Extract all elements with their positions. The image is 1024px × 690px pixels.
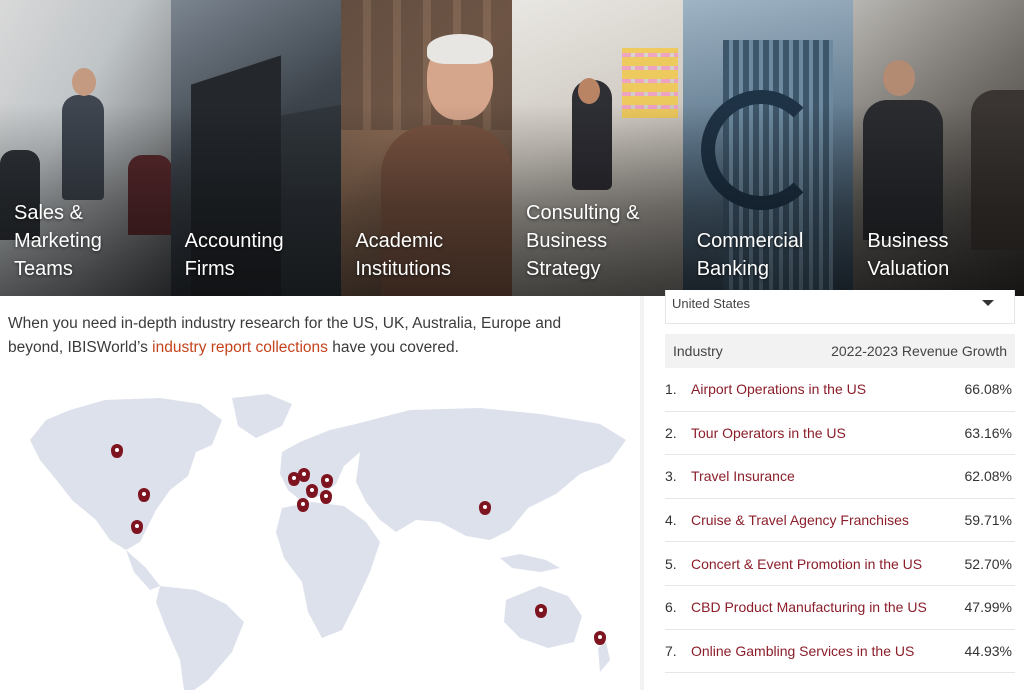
row-growth-value: 66.08% xyxy=(964,381,1012,398)
industry-table: 1. Airport Operations in the US 66.08% 2… xyxy=(665,368,1015,674)
tile-label: Business Valuation xyxy=(867,230,950,280)
tile-label: Consulting & Business Strategy xyxy=(526,202,640,280)
column-industry: Industry xyxy=(673,343,723,359)
row-growth-value: 44.93% xyxy=(964,642,1012,659)
tile-consulting[interactable]: Consulting & Business Strategy xyxy=(512,0,683,296)
country-select[interactable]: United States xyxy=(665,290,1015,324)
column-revenue-growth: 2022-2023 Revenue Growth xyxy=(831,343,1007,359)
tile-accounting[interactable]: Accounting Firms xyxy=(170,0,342,296)
chevron-down-icon xyxy=(982,300,994,306)
industry-link[interactable]: Airport Operations in the US xyxy=(691,381,965,397)
industry-link[interactable]: Concert & Event Promotion in the US xyxy=(691,556,965,572)
intro-text-after: have you covered. xyxy=(327,339,459,356)
row-growth-value: 52.70% xyxy=(964,555,1012,572)
tile-academic[interactable]: Academic Institutions xyxy=(341,0,513,296)
row-rank: 3. xyxy=(665,468,677,485)
industry-report-collections-link[interactable]: industry report collections xyxy=(152,339,328,356)
industry-link[interactable]: CBD Product Manufacturing in the US xyxy=(691,599,965,615)
tile-label: Accounting Firms xyxy=(184,230,284,280)
map-pin-icon[interactable] xyxy=(594,631,606,645)
row-rank: 4. xyxy=(665,512,677,529)
map-pin-icon[interactable] xyxy=(479,501,491,515)
row-rank: 7. xyxy=(665,642,677,659)
row-growth-value: 63.16% xyxy=(964,424,1012,441)
country-select-value: United States xyxy=(672,296,751,311)
table-row: 1. Airport Operations in the US 66.08% xyxy=(665,368,1015,412)
table-header: Industry 2022-2023 Revenue Growth xyxy=(665,334,1015,368)
table-row: 7. Online Gambling Services in the US 44… xyxy=(665,630,1015,674)
row-rank: 1. xyxy=(665,381,677,398)
map-pin-icon[interactable] xyxy=(298,468,310,482)
row-growth-value: 62.08% xyxy=(964,468,1012,485)
map-pin-icon[interactable] xyxy=(306,484,318,498)
row-growth-value: 47.99% xyxy=(964,599,1012,616)
tile-label: Sales & Marketing Teams xyxy=(14,202,102,280)
map-pin-icon[interactable] xyxy=(297,498,309,512)
table-row: 3. Travel Insurance 62.08% xyxy=(665,455,1015,499)
intro-paragraph: When you need in-depth industry research… xyxy=(8,312,608,360)
tile-label: Academic Institutions xyxy=(355,230,451,280)
map-pin-icon[interactable] xyxy=(321,474,333,488)
world-map xyxy=(30,394,626,690)
table-row: 4. Cruise & Travel Agency Franchises 59.… xyxy=(665,499,1015,543)
tile-label: Commercial Banking xyxy=(696,230,804,280)
table-row: 5. Concert & Event Promotion in the US 5… xyxy=(665,542,1015,586)
row-rank: 5. xyxy=(665,555,677,572)
map-land xyxy=(30,394,626,690)
tile-business-valuation[interactable]: Business Valuation xyxy=(853,0,1024,296)
row-rank: 2. xyxy=(665,424,677,441)
audience-tiles: Sales & Marketing Teams Accounting Firms… xyxy=(0,0,1024,296)
map-pin-icon[interactable] xyxy=(138,488,150,502)
row-rank: 6. xyxy=(665,599,677,616)
row-growth-value: 59.71% xyxy=(964,512,1012,529)
map-pin-icon[interactable] xyxy=(111,444,123,458)
table-row: 6. CBD Product Manufacturing in the US 4… xyxy=(665,586,1015,630)
tile-sales-marketing[interactable]: Sales & Marketing Teams xyxy=(0,0,171,296)
map-pin-icon[interactable] xyxy=(320,490,332,504)
map-pin-icon[interactable] xyxy=(131,520,143,534)
map-pin-icon[interactable] xyxy=(535,604,547,618)
industry-link[interactable]: Online Gambling Services in the US xyxy=(691,643,965,659)
table-row: 2. Tour Operators in the US 63.16% xyxy=(665,412,1015,456)
panel-divider xyxy=(640,296,644,690)
industry-link[interactable]: Cruise & Travel Agency Franchises xyxy=(691,512,965,528)
tile-commercial-banking[interactable]: Commercial Banking xyxy=(682,0,854,296)
industry-link[interactable]: Travel Insurance xyxy=(691,468,965,484)
industry-link[interactable]: Tour Operators in the US xyxy=(691,425,965,441)
